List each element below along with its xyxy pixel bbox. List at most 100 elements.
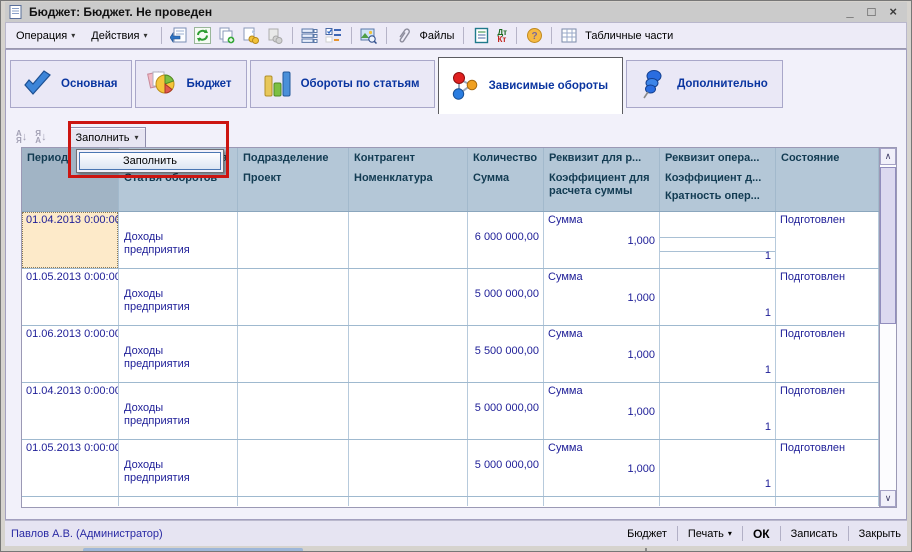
tab-main[interactable]: Основная: [10, 60, 132, 108]
sort-ascending-button[interactable]: АЯ↓: [16, 130, 27, 144]
chevron-down-icon: ▾: [728, 529, 732, 538]
calc-requisite-cell[interactable]: Сумма1,000: [544, 269, 660, 325]
ok-button[interactable]: ОК: [753, 527, 770, 541]
tabular-parts-button[interactable]: [559, 26, 579, 45]
setup-list-button[interactable]: [324, 26, 344, 45]
table-row: 01.04.2013 0:00:00 Доходы предприятия 5 …: [22, 383, 879, 440]
files-button[interactable]: Файлы: [418, 30, 457, 42]
turnover-item-cell[interactable]: Доходы предприятия: [119, 440, 238, 496]
state-cell[interactable]: Подготовлен: [776, 326, 879, 382]
vertical-scrollbar[interactable]: ∧ ∨: [879, 148, 896, 507]
picture-search-button[interactable]: [359, 26, 379, 45]
reread-document-button[interactable]: [169, 26, 189, 45]
period-cell[interactable]: 01.04.2013 0:00:00: [22, 212, 119, 268]
operation-requisite-cell[interactable]: 1: [660, 383, 776, 439]
period-cell[interactable]: 01.04.2013 0:00:00: [22, 383, 119, 439]
scrollbar-thumb[interactable]: [880, 167, 896, 324]
contractor-cell[interactable]: [349, 269, 468, 325]
dtkt-postings-button[interactable]: ДтКт: [495, 29, 509, 43]
department-cell[interactable]: [238, 440, 349, 496]
post-document-button[interactable]: [241, 26, 261, 45]
picture-search-icon: [360, 27, 377, 44]
sort-descending-button[interactable]: ЯА↓: [35, 130, 46, 144]
turnover-item-cell[interactable]: Доходы предприятия: [119, 269, 238, 325]
period-cell[interactable]: 01.06.2013 0:00:00: [22, 326, 119, 382]
button-separator: [848, 526, 849, 541]
contractor-cell[interactable]: [349, 212, 468, 268]
actions-menu[interactable]: Действия▾: [85, 28, 153, 44]
list-settings-button[interactable]: [300, 26, 320, 45]
operation-requisite-cell[interactable]: 1: [660, 212, 776, 268]
header-operation-requisite[interactable]: Реквизит опера...Коэффициент д...Кратнос…: [660, 148, 776, 211]
operation-requisite-cell[interactable]: 1: [660, 269, 776, 325]
help-button[interactable]: ?: [524, 26, 544, 45]
fill-menu-item[interactable]: Заполнить: [79, 152, 221, 170]
scroll-down-button[interactable]: ∨: [880, 490, 896, 507]
operation-requisite-cell[interactable]: 1: [660, 440, 776, 496]
maximize-button[interactable]: □: [868, 6, 876, 18]
state-cell[interactable]: Подготовлен: [776, 440, 879, 496]
calc-requisite-cell[interactable]: Сумма1,000: [544, 440, 660, 496]
scroll-up-button[interactable]: ∧: [880, 148, 896, 165]
amount-cell[interactable]: 5 500 000,00: [468, 326, 544, 382]
operation-requisite-cell[interactable]: 1: [660, 326, 776, 382]
period-cell[interactable]: 01.05.2013 0:00:00: [22, 269, 119, 325]
state-cell[interactable]: Подготовлен: [776, 383, 879, 439]
tab-budget[interactable]: Бюджет: [135, 60, 246, 108]
period-cell[interactable]: 01.05.2013 0:00:00: [22, 440, 119, 496]
amount-cell[interactable]: 5 000 000,00: [468, 383, 544, 439]
department-cell[interactable]: [238, 326, 349, 382]
tab-dependent-turnovers[interactable]: Зависимые обороты: [438, 57, 624, 114]
header-state[interactable]: Состояние: [776, 148, 879, 211]
refresh-button[interactable]: [193, 26, 213, 45]
toolbar-separator: [463, 27, 464, 44]
tab-turnovers[interactable]: Обороты по статьям: [250, 60, 435, 108]
header-department-project[interactable]: ПодразделениеПроект: [238, 148, 349, 211]
department-cell[interactable]: [238, 269, 349, 325]
turnover-item-cell[interactable]: Доходы предприятия: [119, 383, 238, 439]
main-toolbar: Операция▾ Действия▾ Файлы ДтКт ? Табличн…: [5, 22, 907, 49]
coefficient-edit-box[interactable]: [660, 237, 775, 252]
calc-requisite-cell[interactable]: Сумма1,000: [544, 326, 660, 382]
turnover-item-cell[interactable]: Доходы предприятия: [119, 326, 238, 382]
department-cell[interactable]: [238, 383, 349, 439]
department-cell[interactable]: [238, 212, 349, 268]
unpost-document-button[interactable]: [265, 26, 285, 45]
state-cell[interactable]: Подготовлен: [776, 269, 879, 325]
calc-requisite-cell[interactable]: Сумма1,000: [544, 383, 660, 439]
amount-cell[interactable]: 5 000 000,00: [468, 269, 544, 325]
minimize-button[interactable]: _: [846, 6, 853, 18]
copy-document-button[interactable]: [217, 26, 237, 45]
header-contractor-nomenclature[interactable]: КонтрагентНоменклатура: [349, 148, 468, 211]
print-button[interactable]: Печать▾: [688, 528, 732, 540]
attach-files-button[interactable]: [394, 26, 414, 45]
tabular-parts-label: Табличные части: [583, 30, 675, 42]
close-form-button[interactable]: Закрыть: [859, 528, 901, 540]
amount-cell[interactable]: 5 000 000,00: [468, 440, 544, 496]
chevron-down-icon: ▾: [135, 133, 139, 142]
close-button[interactable]: ×: [889, 6, 897, 18]
fill-button[interactable]: Заполнить ▾: [68, 127, 146, 148]
amount-cell[interactable]: 6 000 000,00: [468, 212, 544, 268]
toolbar-separator: [161, 27, 162, 44]
toolbar-separator: [351, 27, 352, 44]
contractor-cell[interactable]: [349, 326, 468, 382]
state-cell[interactable]: Подготовлен: [776, 212, 879, 268]
table-row: 01.05.2013 0:00:00 Доходы предприятия 5 …: [22, 440, 879, 497]
toolbar-separator: [292, 27, 293, 44]
contractor-cell[interactable]: [349, 440, 468, 496]
tab-additional[interactable]: Дополнительно: [626, 60, 783, 108]
header-calc-requisite[interactable]: Реквизит для р...Коэффициент для расчета…: [544, 148, 660, 211]
grid-area: Период Документ бюджетаСтатья оборотов П…: [22, 148, 879, 507]
budget-button[interactable]: Бюджет: [627, 528, 667, 540]
header-quantity-amount[interactable]: КоличествоСумма: [468, 148, 544, 211]
calc-requisite-cell[interactable]: Сумма1,000: [544, 212, 660, 268]
operation-menu[interactable]: Операция▾: [10, 28, 81, 44]
setup-list-icon: [325, 27, 342, 44]
save-button[interactable]: Записать: [791, 528, 838, 540]
contractor-cell[interactable]: [349, 383, 468, 439]
journal-button[interactable]: [471, 26, 491, 45]
window-bottom-edge: [5, 546, 907, 551]
turnover-item-cell[interactable]: Доходы предприятия: [119, 212, 238, 268]
grid-command-bar: АЯ↓ ЯА↓: [16, 130, 47, 144]
